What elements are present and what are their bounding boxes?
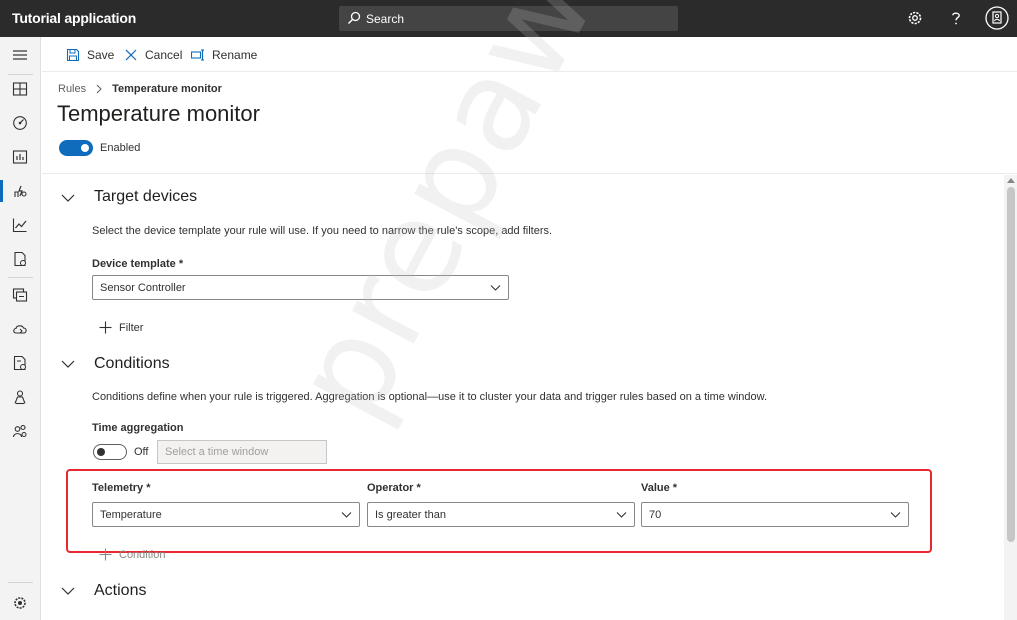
chevron-down-icon: [616, 512, 627, 518]
breadcrumb-current: Temperature monitor: [112, 83, 222, 95]
save-label: Save: [87, 48, 115, 62]
telemetry-dropdown[interactable]: Temperature: [92, 502, 360, 527]
device-connection-icon: [13, 355, 26, 371]
telemetry-label: Telemetry *: [92, 482, 151, 494]
operator-value: Is greater than: [375, 509, 446, 521]
header-divider: [42, 173, 1017, 174]
time-aggregation-label: Time aggregation: [92, 422, 184, 434]
breadcrumb-rules-link[interactable]: Rules: [58, 83, 86, 95]
cancel-button[interactable]: Cancel: [124, 47, 182, 63]
value-value: 70: [649, 509, 662, 521]
device-templates-icon: [12, 288, 28, 302]
command-bar: Save Cancel Rename: [42, 37, 1017, 72]
save-icon: [66, 48, 80, 62]
time-window-field[interactable]: [157, 440, 327, 464]
plus-icon: [99, 548, 112, 561]
cancel-label: Cancel: [145, 48, 183, 62]
operator-dropdown[interactable]: Is greater than: [367, 502, 635, 527]
settings-icon: [14, 597, 26, 609]
chevron-right-icon: [96, 84, 102, 94]
collapse-target-devices-chevron-icon[interactable]: [61, 193, 75, 203]
rename-label: Rename: [212, 48, 258, 62]
actions-heading: Actions: [94, 582, 147, 599]
target-devices-description: Select the device template your rule wil…: [92, 225, 553, 237]
search-icon: [348, 11, 361, 24]
operator-label: Operator *: [367, 482, 421, 494]
save-button[interactable]: Save: [66, 47, 114, 63]
jobs-icon: [14, 251, 26, 267]
enabled-toggle[interactable]: [59, 140, 93, 156]
nav-analytics[interactable]: [0, 211, 41, 239]
nav-devices[interactable]: [0, 109, 41, 137]
enabled-label: Enabled: [100, 142, 141, 154]
device-template-label: Device template *: [92, 258, 184, 270]
telemetry-value: Temperature: [100, 509, 162, 521]
scroll-up-arrow-icon[interactable]: [1007, 178, 1015, 183]
left-navigation: [0, 37, 41, 620]
nav-administration[interactable]: [0, 383, 41, 411]
nav-users[interactable]: [0, 417, 41, 445]
rename-icon: [191, 49, 204, 61]
time-aggregation-toggle[interactable]: [93, 444, 127, 460]
time-window-input[interactable]: [158, 441, 326, 463]
add-condition-label: Condition: [119, 548, 166, 561]
close-icon: [125, 49, 137, 61]
target-devices-heading: Target devices: [94, 188, 198, 205]
app-title: Tutorial application: [12, 10, 137, 26]
dashboard-icon: [12, 82, 28, 96]
page-title: Temperature monitor: [57, 101, 260, 126]
nav-divider: [8, 277, 33, 278]
nav-menu-toggle[interactable]: [0, 41, 41, 69]
device-groups-icon: [12, 150, 28, 164]
value-dropdown[interactable]: 70: [641, 502, 909, 527]
nav-divider: [8, 582, 33, 583]
plus-icon: [99, 321, 112, 334]
administration-icon: [14, 390, 26, 405]
value-label: Value *: [641, 482, 678, 494]
add-condition-button[interactable]: Condition: [99, 548, 165, 561]
nav-dashboard[interactable]: [0, 75, 41, 103]
nav-rules[interactable]: [0, 177, 41, 205]
top-bar: Tutorial application Search: [0, 0, 1017, 37]
nav-device-connection[interactable]: [0, 349, 41, 377]
collapse-conditions-chevron-icon[interactable]: [61, 359, 75, 369]
chevron-down-icon: [341, 512, 352, 518]
chevron-down-icon: [890, 512, 901, 518]
nav-settings[interactable]: [0, 589, 41, 617]
nav-device-groups[interactable]: [0, 143, 41, 171]
rules-icon: [14, 185, 27, 197]
chevron-down-icon: [490, 285, 501, 291]
add-filter-label: Filter: [119, 321, 144, 334]
vertical-scrollbar[interactable]: [1004, 175, 1017, 620]
nav-device-templates[interactable]: [0, 281, 41, 309]
nav-data-export[interactable]: [0, 315, 41, 343]
rename-button[interactable]: Rename: [191, 47, 257, 63]
hamburger-icon: [13, 50, 27, 60]
account-avatar-icon[interactable]: [985, 6, 1009, 30]
help-icon[interactable]: [946, 8, 966, 28]
collapse-actions-chevron-icon[interactable]: [61, 586, 75, 596]
conditions-description: Conditions define when your rule is trig…: [92, 391, 768, 403]
device-template-dropdown[interactable]: Sensor Controller: [92, 275, 509, 300]
settings-gear-icon[interactable]: [905, 8, 925, 28]
users-icon: [12, 424, 27, 438]
scroll-thumb[interactable]: [1007, 187, 1015, 542]
conditions-heading: Conditions: [94, 355, 170, 372]
search-label: Search: [366, 12, 405, 26]
nav-jobs[interactable]: [0, 245, 41, 273]
time-aggregation-state: Off: [134, 446, 149, 458]
device-template-value: Sensor Controller: [100, 282, 186, 294]
data-export-icon: [13, 325, 27, 334]
breadcrumb: Rules Temperature monitor: [58, 83, 222, 95]
analytics-icon: [12, 218, 27, 233]
add-filter-button[interactable]: Filter: [99, 321, 143, 334]
devices-icon: [13, 116, 27, 130]
search-box[interactable]: Search: [339, 6, 678, 31]
